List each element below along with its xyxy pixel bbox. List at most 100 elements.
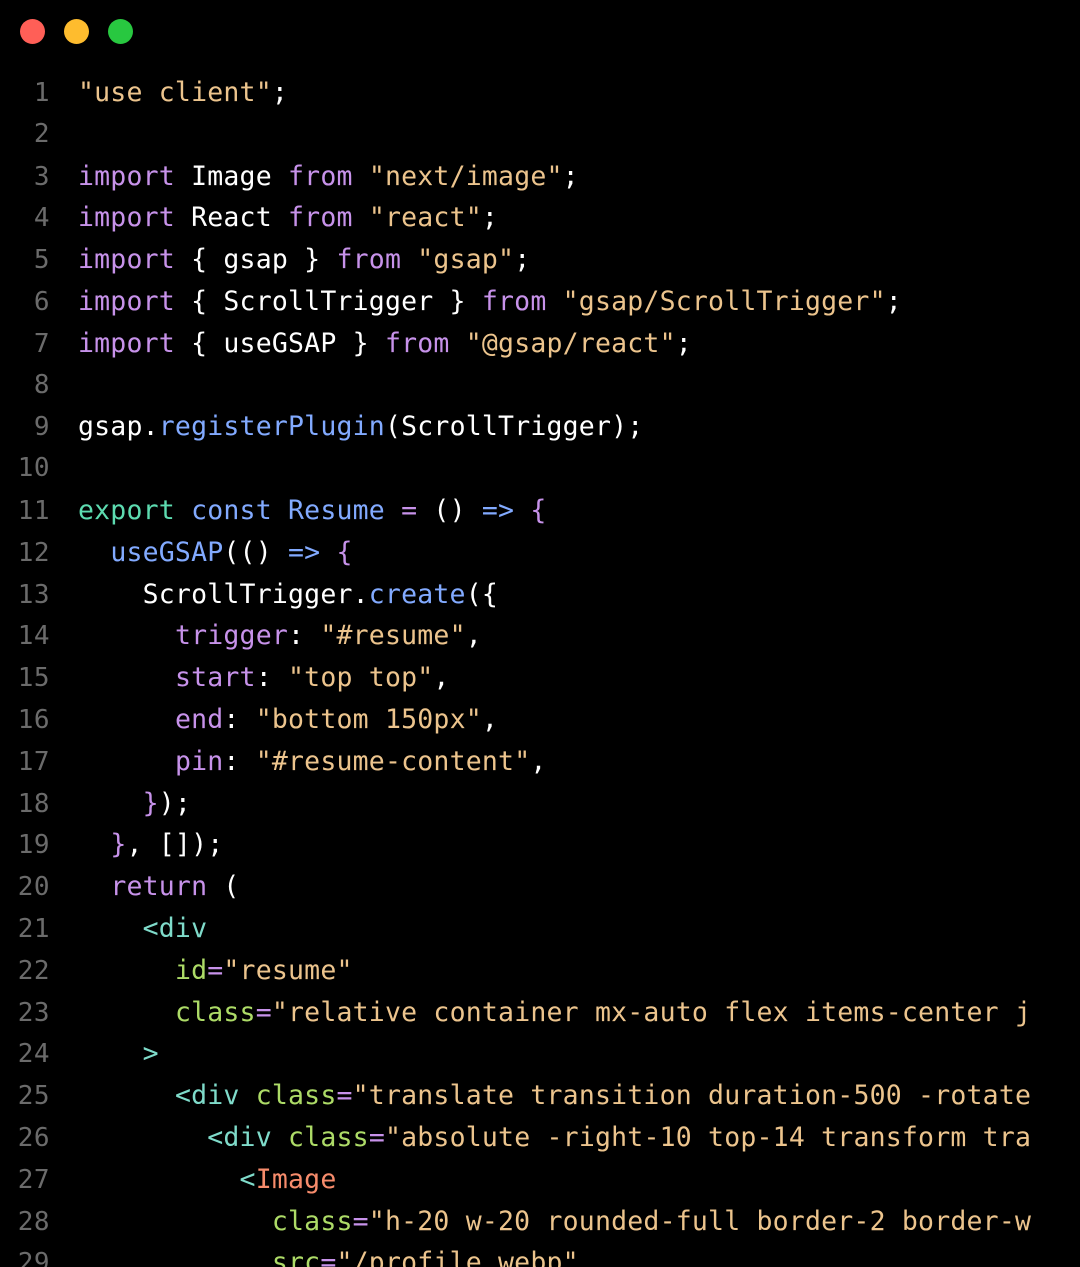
code-token: registerPlugin bbox=[158, 411, 385, 443]
code-token: , bbox=[530, 745, 547, 777]
line-number: 28 bbox=[17, 1206, 50, 1237]
line-number: 27 bbox=[17, 1164, 50, 1195]
code-token: class bbox=[288, 1121, 369, 1153]
code-line-text: }); bbox=[78, 783, 191, 825]
code-line[interactable]: 22 id="resume" bbox=[0, 950, 1080, 992]
code-token: import bbox=[78, 327, 175, 359]
line-number: 10 bbox=[17, 453, 50, 484]
line-number: 29 bbox=[17, 1248, 50, 1267]
code-token: , bbox=[433, 662, 450, 694]
code-line[interactable]: 29 src="/profile.webp" bbox=[0, 1242, 1080, 1267]
line-number: 11 bbox=[17, 495, 50, 526]
code-token: : bbox=[255, 662, 289, 694]
code-token: <div bbox=[174, 1080, 240, 1112]
code-line-text: <div class="translate transition duratio… bbox=[78, 1075, 1031, 1117]
code-token: = bbox=[401, 494, 418, 526]
code-line[interactable]: 21 <div bbox=[0, 908, 1080, 950]
code-token: import bbox=[78, 160, 175, 192]
code-token: . bbox=[352, 578, 369, 610]
code-line[interactable]: 25 <div class="translate transition dura… bbox=[0, 1075, 1080, 1117]
code-token: "gsap/ScrollTrigger" bbox=[562, 285, 886, 317]
code-line[interactable]: 19 }, []); bbox=[0, 824, 1080, 866]
code-line[interactable]: 12 useGSAP(() => { bbox=[0, 532, 1080, 574]
code-token: = bbox=[368, 1121, 385, 1153]
code-line[interactable]: 14 trigger: "#resume", bbox=[0, 615, 1080, 657]
code-line-text: }, []); bbox=[78, 824, 223, 866]
code-token: ; bbox=[562, 160, 579, 192]
code-token: { gsap } bbox=[174, 244, 337, 276]
code-token: : bbox=[223, 745, 256, 777]
code-line-text: gsap.registerPlugin(ScrollTrigger); bbox=[78, 406, 643, 448]
code-line[interactable]: 13 ScrollTrigger.create({ bbox=[0, 574, 1080, 616]
code-viewport[interactable]: 1 "use client"; 2 3 import Image from "next/… bbox=[0, 62, 1080, 1267]
code-token: ScrollTrigger bbox=[78, 578, 353, 610]
code-line[interactable]: 7 import { useGSAP } from "@gsap/react"; bbox=[0, 323, 1080, 365]
code-line[interactable]: 28 class="h-20 w-20 rounded-full border-… bbox=[0, 1201, 1080, 1243]
code-line[interactable]: 20 return ( bbox=[0, 866, 1080, 908]
code-token: "use client" bbox=[78, 77, 272, 108]
minimize-button[interactable] bbox=[64, 18, 89, 44]
code-token: return bbox=[110, 871, 208, 903]
code-line[interactable]: 10 bbox=[0, 448, 1080, 490]
maximize-button[interactable] bbox=[108, 18, 133, 44]
code-token: gsap bbox=[78, 411, 143, 443]
code-token: > bbox=[142, 1038, 159, 1070]
code-line[interactable]: 18 }); bbox=[0, 783, 1080, 825]
code-editor-window: 1 "use client"; 2 3 import Image from "next/… bbox=[0, 0, 1080, 1267]
line-number: 15 bbox=[17, 663, 50, 694]
code-token: "#resume" bbox=[320, 620, 466, 652]
line-number: 2 bbox=[33, 118, 50, 149]
code-token: create bbox=[368, 578, 466, 610]
code-line-text: ScrollTrigger.create({ bbox=[78, 574, 498, 616]
code-line[interactable]: 15 start: "top top", bbox=[0, 657, 1080, 699]
code-line-text: <div class="absolute -right-10 top-14 tr… bbox=[78, 1117, 1031, 1159]
code-line[interactable]: 2 bbox=[0, 114, 1080, 156]
code-line[interactable]: 6 import { ScrollTrigger } from "gsap/Scr… bbox=[0, 281, 1080, 323]
code-line[interactable]: 16 end: "bottom 150px", bbox=[0, 699, 1080, 741]
code-line[interactable]: 1 "use client"; bbox=[0, 72, 1080, 114]
line-number: 4 bbox=[33, 203, 50, 234]
code-line[interactable]: 8 bbox=[0, 365, 1080, 407]
code-token: = bbox=[336, 1080, 353, 1112]
code-line[interactable]: 5 import { gsap } from "gsap"; bbox=[0, 239, 1080, 281]
code-token: => bbox=[288, 536, 321, 568]
code-line[interactable]: 26 <div class="absolute -right-10 top-14… bbox=[0, 1117, 1080, 1159]
code-line[interactable]: 23 class="relative container mx-auto fle… bbox=[0, 992, 1080, 1034]
code-token: (ScrollTrigger); bbox=[384, 411, 644, 443]
code-line[interactable]: 17 pin: "#resume-content", bbox=[0, 741, 1080, 783]
code-token: from bbox=[384, 327, 450, 359]
code-token: import bbox=[78, 285, 175, 317]
close-button[interactable] bbox=[20, 18, 45, 44]
code-token: end bbox=[174, 703, 224, 735]
code-line-text: import React from "react"; bbox=[78, 197, 498, 239]
code-line[interactable]: 3 import Image from "next/image"; bbox=[0, 156, 1080, 198]
code-line-text: start: "top top", bbox=[78, 657, 450, 699]
code-token: React bbox=[174, 202, 289, 234]
code-token: => bbox=[481, 494, 515, 526]
code-line[interactable]: 9 gsap.registerPlugin(ScrollTrigger); bbox=[0, 406, 1080, 448]
code-token: () bbox=[417, 494, 482, 526]
line-number: 12 bbox=[17, 537, 50, 568]
line-number: 3 bbox=[33, 161, 50, 192]
code-line[interactable]: 4 import React from "react"; bbox=[0, 197, 1080, 239]
code-token: const bbox=[191, 494, 272, 526]
code-token: , bbox=[481, 703, 499, 735]
code-line[interactable]: 27 <Image bbox=[0, 1159, 1080, 1201]
code-token: "@gsap/react" bbox=[465, 327, 676, 359]
code-line-text: return ( bbox=[78, 866, 240, 908]
code-line[interactable]: 11 export const Resume = () => { bbox=[0, 490, 1080, 532]
code-line[interactable]: 24 > bbox=[0, 1033, 1080, 1075]
